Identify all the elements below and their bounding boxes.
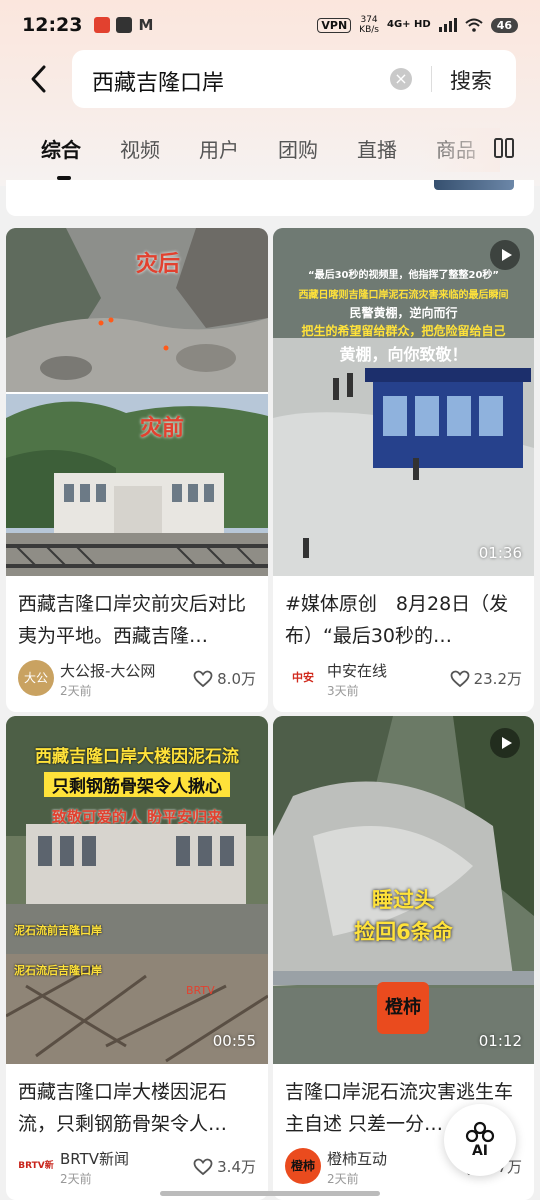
- tab-live[interactable]: 直播: [357, 134, 397, 163]
- post-time: 2天前: [327, 1172, 359, 1186]
- clock: 12:23: [22, 14, 83, 36]
- image-caption-after: 泥石流后吉隆口岸: [14, 964, 102, 977]
- avatar[interactable]: 橙柿: [285, 1148, 321, 1184]
- video-duration: 01:12: [478, 1032, 522, 1050]
- home-indicator: [160, 1191, 380, 1196]
- author-name[interactable]: 大公报-大公网: [60, 660, 155, 681]
- heart-icon: [450, 670, 469, 687]
- like-count: 23.2万: [473, 670, 522, 688]
- heart-icon: [193, 670, 213, 687]
- search-field[interactable]: 西藏吉隆口岸 × 搜索: [72, 50, 516, 108]
- network-type: 4G+ HD: [386, 19, 431, 30]
- image-caption-line1: 西藏吉隆口岸大楼因泥石流: [35, 747, 239, 767]
- post-time: 2天前: [60, 684, 92, 698]
- play-icon[interactable]: [490, 728, 520, 758]
- image-caption-line3: 致敬可爱的人 盼平安归来: [51, 808, 223, 826]
- search-input[interactable]: 西藏吉隆口岸: [92, 65, 224, 97]
- mail-notification-icon: M: [138, 16, 154, 34]
- ai-label: AI: [471, 1143, 489, 1159]
- like-button[interactable]: 3.4万: [193, 1156, 256, 1177]
- image-caption-line1: 睡过头: [372, 888, 435, 912]
- tab-users[interactable]: 用户: [199, 134, 239, 163]
- avatar[interactable]: 中安: [285, 660, 321, 696]
- battery-indicator: 46: [490, 17, 518, 33]
- category-tabs: 综合 视频 用户 团购 直播 商品: [0, 128, 540, 180]
- heart-icon: [193, 1158, 213, 1175]
- card-cover-image: 灾后 灾前: [6, 228, 268, 576]
- previous-card-thumbnail: [434, 180, 514, 190]
- previous-card-remnant[interactable]: [6, 180, 534, 216]
- signal-icon: [438, 18, 457, 32]
- post-time: 2天前: [60, 1172, 92, 1186]
- tab-group-buy[interactable]: 团购: [278, 134, 318, 163]
- network-speed: 374 KB/s: [359, 15, 379, 35]
- result-card[interactable]: 灾后 灾前 西藏吉隆口岸灾前灾后对比夷为平地。西藏吉隆… 大公 大公报-大公网 …: [6, 228, 268, 712]
- card-cover-image: 西藏吉隆口岸大楼因泥石流 只剩钢筋骨架令人揪心 致敬可爱的人 盼平安归来 泥石流…: [6, 716, 268, 1064]
- tab-fade: [420, 128, 500, 172]
- avatar[interactable]: 大公: [18, 660, 54, 696]
- card-title[interactable]: 西藏吉隆口岸大楼因泥石流，只剩钢筋骨架令人…: [18, 1076, 256, 1140]
- card-cover-image: “最后30秒的视频里，他指挥了整整20秒” 西藏日喀则吉隆口岸泥石流灾害来临的最…: [273, 228, 534, 576]
- avatar[interactable]: BRTV新闻: [18, 1148, 54, 1184]
- message-notification-icon: [116, 17, 133, 33]
- image-caption-line4: 把生的希望留给群众，把危险留给自己: [301, 324, 506, 338]
- search-bar-row: 西藏吉隆口岸 × 搜索: [0, 50, 540, 108]
- like-button[interactable]: 8.0万: [193, 668, 256, 689]
- image-caption-before: 泥石流前吉隆口岸: [14, 924, 102, 937]
- tab-all[interactable]: 综合: [41, 134, 81, 163]
- ai-assistant-button[interactable]: AI: [444, 1104, 516, 1176]
- status-bar: 12:23 M VPN 374 KB/s 4G+ HD 46: [0, 0, 540, 50]
- post-time: 3天前: [327, 684, 359, 698]
- divider: [431, 66, 432, 92]
- search-button[interactable]: 搜索: [450, 65, 492, 95]
- image-caption-line2: 捡回6条命: [354, 920, 453, 944]
- play-icon[interactable]: [490, 240, 520, 270]
- app-notification-icon: [94, 17, 111, 33]
- video-duration: 00:55: [212, 1032, 256, 1050]
- clear-icon[interactable]: ×: [390, 68, 412, 90]
- tab-video[interactable]: 视频: [120, 134, 160, 163]
- back-arrow-icon[interactable]: [26, 64, 54, 94]
- card-title[interactable]: 西藏吉隆口岸灾前灾后对比夷为平地。西藏吉隆…: [18, 588, 256, 652]
- result-card[interactable]: 西藏吉隆口岸大楼因泥石流 只剩钢筋骨架令人揪心 致敬可爱的人 盼平安归来 泥石流…: [6, 716, 268, 1200]
- vpn-badge: VPN: [317, 17, 352, 33]
- image-caption-line2: 西藏日喀则吉隆口岸泥石流灾害来临的最后瞬间: [298, 290, 509, 301]
- card-title[interactable]: #媒体原创 8月28日（发布）“最后30秒的…: [285, 588, 523, 652]
- image-caption-after: 灾后: [136, 252, 181, 277]
- image-caption-line1: “最后30秒的视频里，他指挥了整整20秒”: [308, 270, 499, 281]
- author-name[interactable]: 中安在线: [327, 660, 387, 681]
- image-caption-line2: 只剩钢筋骨架令人揪心: [44, 772, 230, 797]
- filter-grid-icon[interactable]: [493, 137, 515, 159]
- watermark: BRTV: [186, 984, 215, 997]
- like-count: 8.0万: [217, 670, 256, 688]
- like-button[interactable]: 23.2万: [450, 668, 522, 689]
- like-count: 3.4万: [217, 1158, 256, 1176]
- result-card[interactable]: “最后30秒的视频里，他指挥了整整20秒” 西藏日喀则吉隆口岸泥石流灾害来临的最…: [273, 228, 534, 712]
- image-caption-before: 灾前: [140, 416, 185, 441]
- wifi-icon: [465, 18, 483, 32]
- author-name[interactable]: 橙柿互动: [327, 1148, 387, 1169]
- image-caption-line3: 民警黄棚，逆向而行: [349, 306, 458, 320]
- image-caption-line5: 黄棚，向你致敬！: [339, 345, 468, 364]
- card-cover-image: 睡过头 捡回6条命 橙柿 01:12: [273, 716, 534, 1064]
- author-name[interactable]: BRTV新闻: [60, 1148, 129, 1169]
- video-duration: 01:36: [478, 544, 522, 562]
- brand-logo: 橙柿: [377, 982, 429, 1034]
